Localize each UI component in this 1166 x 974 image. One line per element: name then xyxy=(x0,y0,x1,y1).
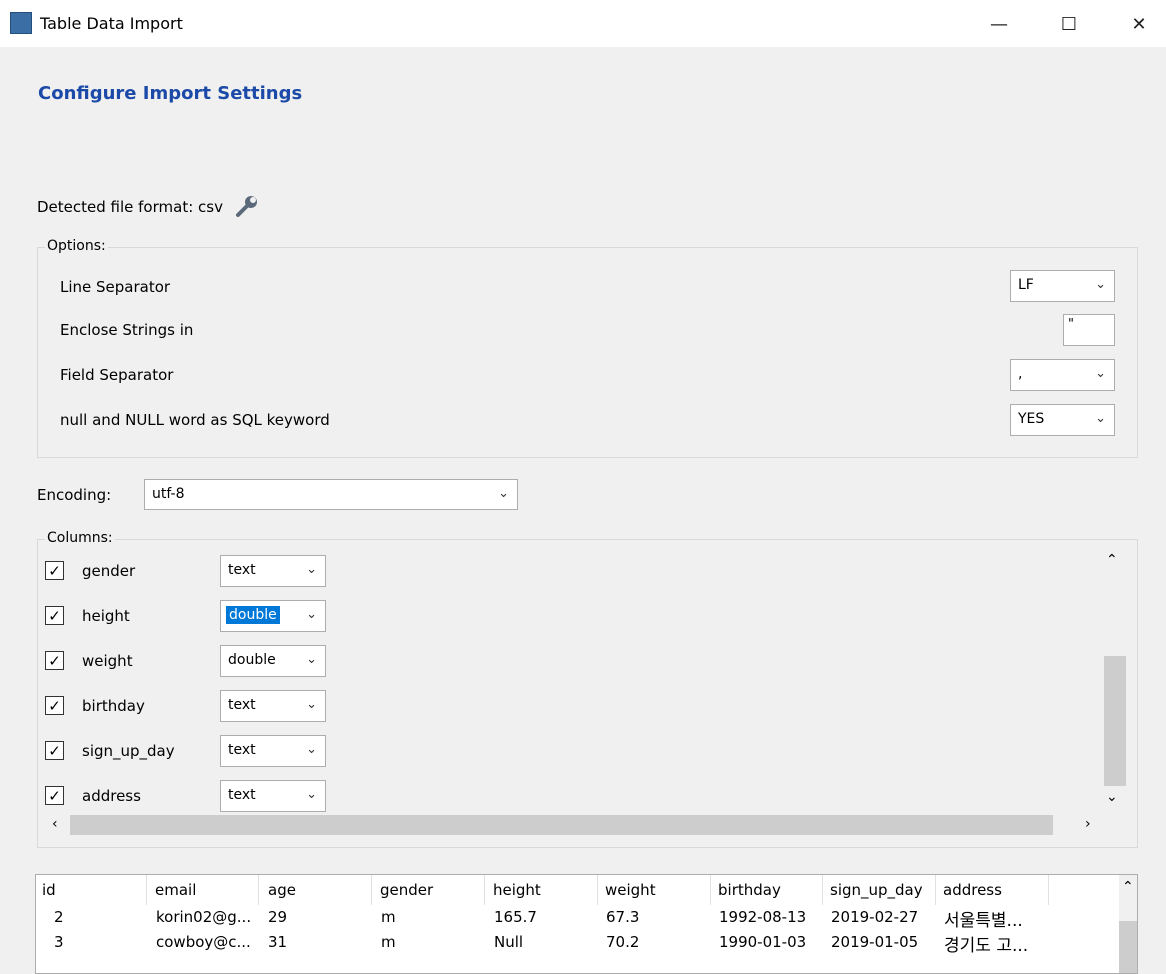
horizontal-scroll-thumb[interactable] xyxy=(70,815,1053,835)
field-separator-select[interactable]: , ⌄ xyxy=(1010,359,1115,391)
wrench-icon[interactable] xyxy=(234,193,260,219)
column-checkbox-gender[interactable]: ✓ xyxy=(45,561,64,580)
preview-cell: 67.3 xyxy=(606,908,640,926)
preview-cell: korin02@g... xyxy=(156,908,252,926)
enclose-strings-value: " xyxy=(1068,317,1074,332)
preview-table: id email age gender height weight birthd… xyxy=(35,874,1138,974)
preview-header-cell[interactable]: height xyxy=(493,881,541,899)
preview-cell: Null xyxy=(494,933,524,951)
chevron-down-icon: ⌄ xyxy=(306,697,317,712)
null-keyword-select[interactable]: YES ⌄ xyxy=(1010,404,1115,436)
detected-format-label: Detected file format: csv xyxy=(37,198,223,216)
preview-cell: 29 xyxy=(268,908,288,926)
column-type-select[interactable]: text ⌄ xyxy=(220,735,326,767)
preview-header-cell[interactable]: address xyxy=(943,881,1002,899)
preview-cell: 2 xyxy=(54,908,64,926)
null-keyword-label: null and NULL word as SQL keyword xyxy=(60,411,330,429)
preview-cell: 31 xyxy=(268,933,288,951)
column-type-value: text xyxy=(228,787,256,803)
preview-cell: 165.7 xyxy=(494,908,537,926)
preview-cell: 70.2 xyxy=(606,933,640,951)
preview-header-cell[interactable]: sign_up_day xyxy=(830,881,923,899)
encoding-select[interactable]: utf-8 ⌄ xyxy=(144,479,518,510)
column-name: gender xyxy=(82,562,136,580)
column-type-select[interactable]: text ⌄ xyxy=(220,555,326,587)
vertical-scroll-thumb[interactable] xyxy=(1104,656,1126,786)
chevron-down-icon: ⌄ xyxy=(306,562,317,577)
chevron-down-icon: ⌄ xyxy=(306,742,317,757)
columns-legend: Columns: xyxy=(45,530,115,546)
encoding-label: Encoding: xyxy=(37,486,112,504)
chevron-down-icon: ⌄ xyxy=(498,486,509,501)
column-type-select[interactable]: text ⌄ xyxy=(220,780,326,812)
column-type-value: text xyxy=(228,562,256,578)
column-type-select[interactable]: text ⌄ xyxy=(220,690,326,722)
window-title: Table Data Import xyxy=(40,14,183,33)
column-name: height xyxy=(82,607,130,625)
preview-header-cell[interactable]: gender xyxy=(380,881,433,899)
null-keyword-value: YES xyxy=(1018,411,1045,427)
column-type-select[interactable]: double ⌄ xyxy=(220,645,326,677)
columns-group xyxy=(37,539,1138,848)
app-icon xyxy=(10,12,32,34)
page-heading: Configure Import Settings xyxy=(38,83,303,104)
preview-header-cell[interactable]: birthday xyxy=(718,881,781,899)
chevron-down-icon: ⌄ xyxy=(1095,277,1106,292)
preview-cell: 3 xyxy=(54,933,64,951)
close-button[interactable]: ✕ xyxy=(1116,10,1162,38)
scroll-right-icon[interactable]: › xyxy=(1085,816,1091,832)
preview-cell: cowboy@c... xyxy=(156,933,251,951)
scroll-up-icon[interactable]: ⌃ xyxy=(1106,552,1118,568)
column-type-value: double xyxy=(226,606,280,624)
column-type-select[interactable]: double ⌄ xyxy=(220,600,326,632)
preview-header-cell[interactable]: age xyxy=(268,881,296,899)
column-checkbox-height[interactable]: ✓ xyxy=(45,606,64,625)
preview-cell: m xyxy=(381,933,396,951)
field-separator-label: Field Separator xyxy=(60,366,174,384)
chevron-down-icon: ⌄ xyxy=(306,607,317,622)
line-separator-select[interactable]: LF ⌄ xyxy=(1010,270,1115,302)
line-separator-value: LF xyxy=(1018,277,1034,293)
options-legend: Options: xyxy=(45,238,108,254)
column-name: birthday xyxy=(82,697,145,715)
preview-cell: 1990-01-03 xyxy=(719,933,807,951)
preview-cell: 2019-01-05 xyxy=(831,933,919,951)
field-separator-value: , xyxy=(1018,366,1023,382)
enclose-strings-input[interactable]: " xyxy=(1063,314,1115,346)
preview-header-cell[interactable]: email xyxy=(155,881,196,899)
column-name: weight xyxy=(82,652,133,670)
preview-cell: 2019-02-27 xyxy=(831,908,919,926)
minimize-button[interactable]: — xyxy=(976,10,1022,38)
preview-cell: 1992-08-13 xyxy=(719,908,807,926)
column-type-value: double xyxy=(228,652,276,668)
scroll-left-icon[interactable]: ‹ xyxy=(52,816,58,832)
column-checkbox-weight[interactable]: ✓ xyxy=(45,651,64,670)
chevron-down-icon: ⌄ xyxy=(1095,366,1106,381)
column-name: sign_up_day xyxy=(82,742,175,760)
preview-cell: m xyxy=(381,908,396,926)
column-name: address xyxy=(82,787,141,805)
column-type-value: text xyxy=(228,697,256,713)
preview-cell: 경기도 고... xyxy=(944,936,1029,956)
maximize-button[interactable]: ☐ xyxy=(1046,10,1092,38)
enclose-strings-label: Enclose Strings in xyxy=(60,321,194,339)
chevron-down-icon: ⌄ xyxy=(306,787,317,802)
preview-scroll-thumb[interactable] xyxy=(1119,921,1137,973)
column-checkbox-address[interactable]: ✓ xyxy=(45,786,64,805)
scroll-up-icon[interactable]: ⌃ xyxy=(1122,879,1134,895)
line-separator-label: Line Separator xyxy=(60,278,171,296)
chevron-down-icon: ⌄ xyxy=(306,652,317,667)
column-checkbox-birthday[interactable]: ✓ xyxy=(45,696,64,715)
column-checkbox-sign-up-day[interactable]: ✓ xyxy=(45,741,64,760)
chevron-down-icon: ⌄ xyxy=(1095,411,1106,426)
column-type-value: text xyxy=(228,742,256,758)
preview-header-cell[interactable]: weight xyxy=(605,881,656,899)
preview-cell: 서울특별... xyxy=(944,911,1023,931)
encoding-value: utf-8 xyxy=(152,486,185,502)
preview-header-cell[interactable]: id xyxy=(42,881,56,899)
scroll-down-icon[interactable]: ⌄ xyxy=(1106,789,1118,805)
